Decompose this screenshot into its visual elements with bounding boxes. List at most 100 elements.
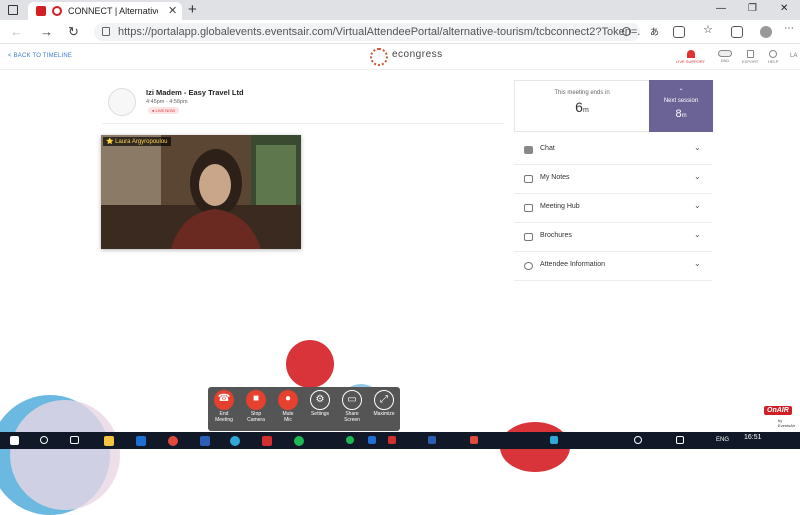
meeting-ends-value: 6m	[575, 99, 589, 115]
translate-icon[interactable]: あ	[650, 25, 662, 37]
stop-camera-button[interactable]: ■ Stop Camera	[240, 390, 272, 423]
accordion-my-notes[interactable]: My Notes ⌄	[514, 165, 712, 194]
onair-sub: by EventsAir	[778, 418, 796, 428]
search-icon[interactable]	[40, 436, 48, 444]
mute-mic-button[interactable]: ● Mute Mic	[272, 390, 304, 423]
live-support-button[interactable]: LIVE SUPPORT	[676, 50, 705, 64]
help-button[interactable]: HELP	[768, 50, 778, 64]
maximize-button[interactable]: ⤢ Maximize	[368, 390, 400, 418]
more-menu-icon[interactable]: ⋯	[784, 23, 796, 35]
forward-arrow-icon[interactable]: →	[40, 24, 53, 39]
participant-video-image	[101, 135, 301, 249]
recording-icon	[52, 6, 62, 16]
tab-title: CONNECT | Alternative Tou	[68, 6, 158, 16]
decorative-red-circle	[286, 340, 334, 388]
maximize-icon: ⤢	[374, 390, 394, 410]
user-initials[interactable]: LA	[790, 53, 797, 59]
volume-icon[interactable]	[634, 436, 642, 444]
session-time: 4:45pm - 4:58pm	[146, 99, 188, 105]
export-label: EXPORT	[742, 59, 759, 64]
tray-outlook-icon[interactable]	[368, 436, 376, 444]
session-name: Izi Madem - Easy Travel Ltd	[146, 88, 244, 97]
back-to-timeline-link[interactable]: < BACK TO TIMELINE	[8, 53, 72, 59]
live-support-label: LIVE SUPPORT	[676, 59, 706, 64]
browser-address-bar: ← → ↻ https://portalapp.globalevents.eve…	[0, 20, 800, 44]
control-label: Maximize	[373, 411, 395, 417]
favorites-add-icon[interactable]	[673, 26, 685, 38]
collections-icon[interactable]	[731, 26, 743, 38]
chevron-down-icon: ⌄	[694, 230, 701, 239]
dnd-label: DND	[720, 58, 730, 63]
end-call-icon: ☎	[214, 390, 234, 410]
meeting-hub-icon	[524, 204, 533, 212]
meeting-ends-label: This meeting ends in	[554, 90, 610, 96]
site-favicon-icon	[36, 6, 46, 16]
help-label: HELP	[768, 59, 779, 64]
task-view-icon[interactable]	[70, 436, 79, 444]
restore-icon[interactable]: ❐	[748, 3, 757, 14]
accordion-brochures[interactable]: Brochures ⌄	[514, 223, 712, 252]
chrome-icon[interactable]	[168, 436, 178, 446]
browser-tab[interactable]: CONNECT | Alternative Tou ✕	[28, 2, 182, 20]
acrobat-icon[interactable]	[262, 436, 272, 446]
battery-icon[interactable]	[676, 436, 684, 444]
settings-button[interactable]: ⚙ Settings	[304, 390, 336, 418]
econgress-logo: econgress	[370, 48, 444, 66]
edge-icon[interactable]	[230, 436, 240, 446]
live-now-badge: ● LIVE NOW	[148, 107, 180, 114]
export-button[interactable]: EXPORT	[742, 50, 758, 64]
read-aloud-icon[interactable]	[622, 27, 631, 36]
mic-icon: ●	[278, 390, 298, 410]
accordion-attendee-information[interactable]: Attendee Information ⌄	[514, 252, 712, 281]
chevron-down-icon: ⌄	[678, 86, 684, 92]
outlook-icon[interactable]	[136, 436, 146, 446]
share-screen-button[interactable]: ▭ Share Screen	[336, 390, 368, 423]
window-menu-icon[interactable]	[8, 5, 18, 15]
window-close-icon[interactable]: ✕	[780, 3, 788, 14]
favorites-icon[interactable]: ☆	[703, 23, 715, 36]
new-tab-icon[interactable]: +	[188, 1, 197, 18]
tab-close-icon[interactable]: ✕	[168, 4, 177, 17]
taskbar-clock[interactable]: 16:51	[744, 434, 762, 441]
screen-share-icon: ▭	[342, 390, 362, 410]
accordion-label: Brochures	[540, 232, 572, 239]
tray-app-icon[interactable]	[388, 436, 396, 444]
portal-header: < BACK TO TIMELINE econgress LIVE SUPPOR…	[0, 44, 800, 70]
gear-icon: ⚙	[310, 390, 330, 410]
end-meeting-button[interactable]: ☎ End Meeting	[208, 390, 240, 423]
meeting-timer-panel: This meeting ends in 6m ⌄ Next session 8…	[514, 80, 713, 132]
control-label: Meeting	[215, 416, 233, 423]
control-label: Mic	[284, 416, 292, 423]
accordion-label: Meeting Hub	[540, 203, 580, 210]
back-arrow-icon[interactable]: ←	[10, 24, 23, 39]
windows-start-icon[interactable]	[10, 436, 19, 445]
logo-text: econgress	[392, 49, 443, 60]
refresh-icon[interactable]: ↻	[68, 24, 79, 40]
chat-icon	[524, 146, 533, 154]
file-explorer-icon[interactable]	[104, 436, 114, 446]
accordion-meeting-hub[interactable]: Meeting Hub ⌄	[514, 194, 712, 223]
url-input[interactable]: https://portalapp.globalevents.eventsair…	[94, 23, 640, 41]
control-label: Camera	[247, 416, 265, 423]
meeting-control-bar: ☎ End Meeting ■ Stop Camera ● Mute Mic ⚙…	[208, 387, 400, 431]
export-icon	[746, 50, 754, 58]
dnd-toggle-icon	[718, 50, 732, 57]
tray-bluetooth-icon[interactable]	[550, 436, 558, 444]
word-icon[interactable]	[200, 436, 210, 446]
tray-dropbox-icon[interactable]	[428, 436, 436, 444]
next-session-button[interactable]: ⌄ Next session 8m	[649, 80, 713, 132]
chevron-down-icon: ⌄	[694, 143, 701, 152]
dnd-toggle[interactable]: DND	[718, 50, 732, 63]
language-indicator[interactable]: ENG	[716, 437, 729, 443]
accordion-chat[interactable]: Chat ⌄	[514, 136, 712, 165]
accordion-label: Chat	[540, 145, 555, 152]
tray-app2-icon[interactable]	[470, 436, 478, 444]
minimize-icon[interactable]: —	[716, 3, 726, 14]
onair-badge: OnAIR	[764, 406, 792, 415]
tray-spotify-icon[interactable]	[346, 436, 354, 444]
control-label: Screen	[344, 416, 360, 423]
url-text: https://portalapp.globalevents.eventsair…	[118, 26, 640, 38]
spotify-icon[interactable]	[294, 436, 304, 446]
chevron-down-icon: ⌄	[694, 201, 701, 210]
profile-avatar[interactable]	[760, 26, 772, 38]
